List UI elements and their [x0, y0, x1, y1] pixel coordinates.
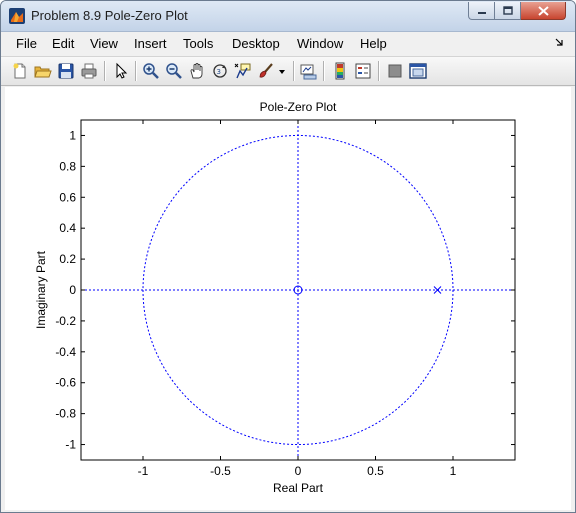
figure-window: Problem 8.9 Pole-Zero Plot File Edit Vie…: [0, 0, 576, 513]
hide-plot-tools-icon[interactable]: [386, 62, 404, 80]
menu-help[interactable]: Help: [360, 36, 387, 51]
rotate-3d-icon[interactable]: 3: [211, 62, 229, 80]
menu-tools[interactable]: Tools: [183, 36, 213, 51]
y-tick-label: 1: [69, 128, 76, 142]
menu-edit[interactable]: Edit: [52, 36, 74, 51]
dock-arrow-icon[interactable]: [554, 37, 564, 47]
brush-dropdown-icon[interactable]: [277, 62, 287, 80]
x-axis-label: Real Part: [273, 481, 324, 495]
toolbar-separator: [323, 61, 325, 81]
y-tick-label: -0.4: [55, 345, 76, 359]
y-axis-label: Imaginary Part: [34, 250, 48, 329]
brush-icon[interactable]: [257, 62, 275, 80]
toolbar-separator: [378, 61, 380, 81]
menu-insert[interactable]: Insert: [134, 36, 167, 51]
open-file-icon[interactable]: [34, 62, 52, 80]
window-title: Problem 8.9 Pole-Zero Plot: [31, 8, 188, 23]
maximize-button[interactable]: [495, 2, 521, 20]
menu-file[interactable]: File: [16, 36, 37, 51]
save-icon[interactable]: [57, 62, 75, 80]
x-tick-label: -0.5: [210, 464, 231, 478]
menu-bar: File Edit View Insert Tools Desktop Wind…: [1, 32, 575, 56]
y-tick-label: -0.6: [55, 376, 76, 390]
matlab-figure-icon: [9, 8, 25, 24]
chart-title: Pole-Zero Plot: [260, 100, 337, 114]
minimize-icon: [477, 11, 486, 14]
x-tick-label: 1: [450, 464, 457, 478]
y-tick-label: -0.2: [55, 314, 76, 328]
svg-text:3: 3: [217, 68, 221, 76]
data-cursor-icon[interactable]: [234, 62, 252, 80]
close-button[interactable]: [521, 2, 566, 20]
x-tick-label: 0: [295, 464, 302, 478]
zoom-out-icon[interactable]: [165, 62, 183, 80]
y-tick-label: 0.8: [59, 159, 76, 173]
y-tick-label: -0.8: [55, 407, 76, 421]
new-figure-icon[interactable]: [11, 62, 29, 80]
figure-toolbar: 3: [1, 56, 575, 86]
title-bar[interactable]: Problem 8.9 Pole-Zero Plot: [1, 1, 575, 32]
zoom-in-icon[interactable]: [142, 62, 160, 80]
close-icon: [537, 5, 549, 16]
maximize-icon: [502, 6, 513, 15]
y-tick-label: 0.6: [59, 190, 76, 204]
menu-view[interactable]: View: [90, 36, 118, 51]
pan-hand-icon[interactable]: [188, 62, 206, 80]
x-tick-label: 0.5: [367, 464, 384, 478]
edit-plot-arrow-icon[interactable]: [112, 62, 130, 80]
print-icon[interactable]: [80, 62, 98, 80]
toolbar-separator: [293, 61, 295, 81]
minimize-button[interactable]: [468, 2, 495, 20]
figure-canvas: -1 -0.5 0 0.5 1 -1 -0.8 -0.6 -0.4 -0.2 0 0.2 0.4 0.6 0…: [5, 87, 571, 510]
menu-desktop[interactable]: Desktop: [232, 36, 280, 51]
menu-window[interactable]: Window: [297, 36, 343, 51]
y-tick-label: 0: [69, 283, 76, 297]
pole-zero-plot[interactable]: -1 -0.5 0 0.5 1 -1 -0.8 -0.6 -0.4 -0.2 0 0.2 0.4 0.6 0…: [5, 87, 571, 510]
insert-colorbar-icon[interactable]: [331, 62, 349, 80]
insert-legend-icon[interactable]: [354, 62, 372, 80]
toolbar-separator: [135, 61, 137, 81]
y-tick-label: 0.4: [59, 221, 76, 235]
y-tick-label: -1: [65, 438, 76, 452]
toolbar-separator: [104, 61, 106, 81]
link-plot-icon[interactable]: [299, 62, 317, 80]
x-tick-label: -1: [138, 464, 149, 478]
show-plot-tools-icon[interactable]: [409, 62, 427, 80]
y-tick-label: 0.2: [59, 252, 76, 266]
